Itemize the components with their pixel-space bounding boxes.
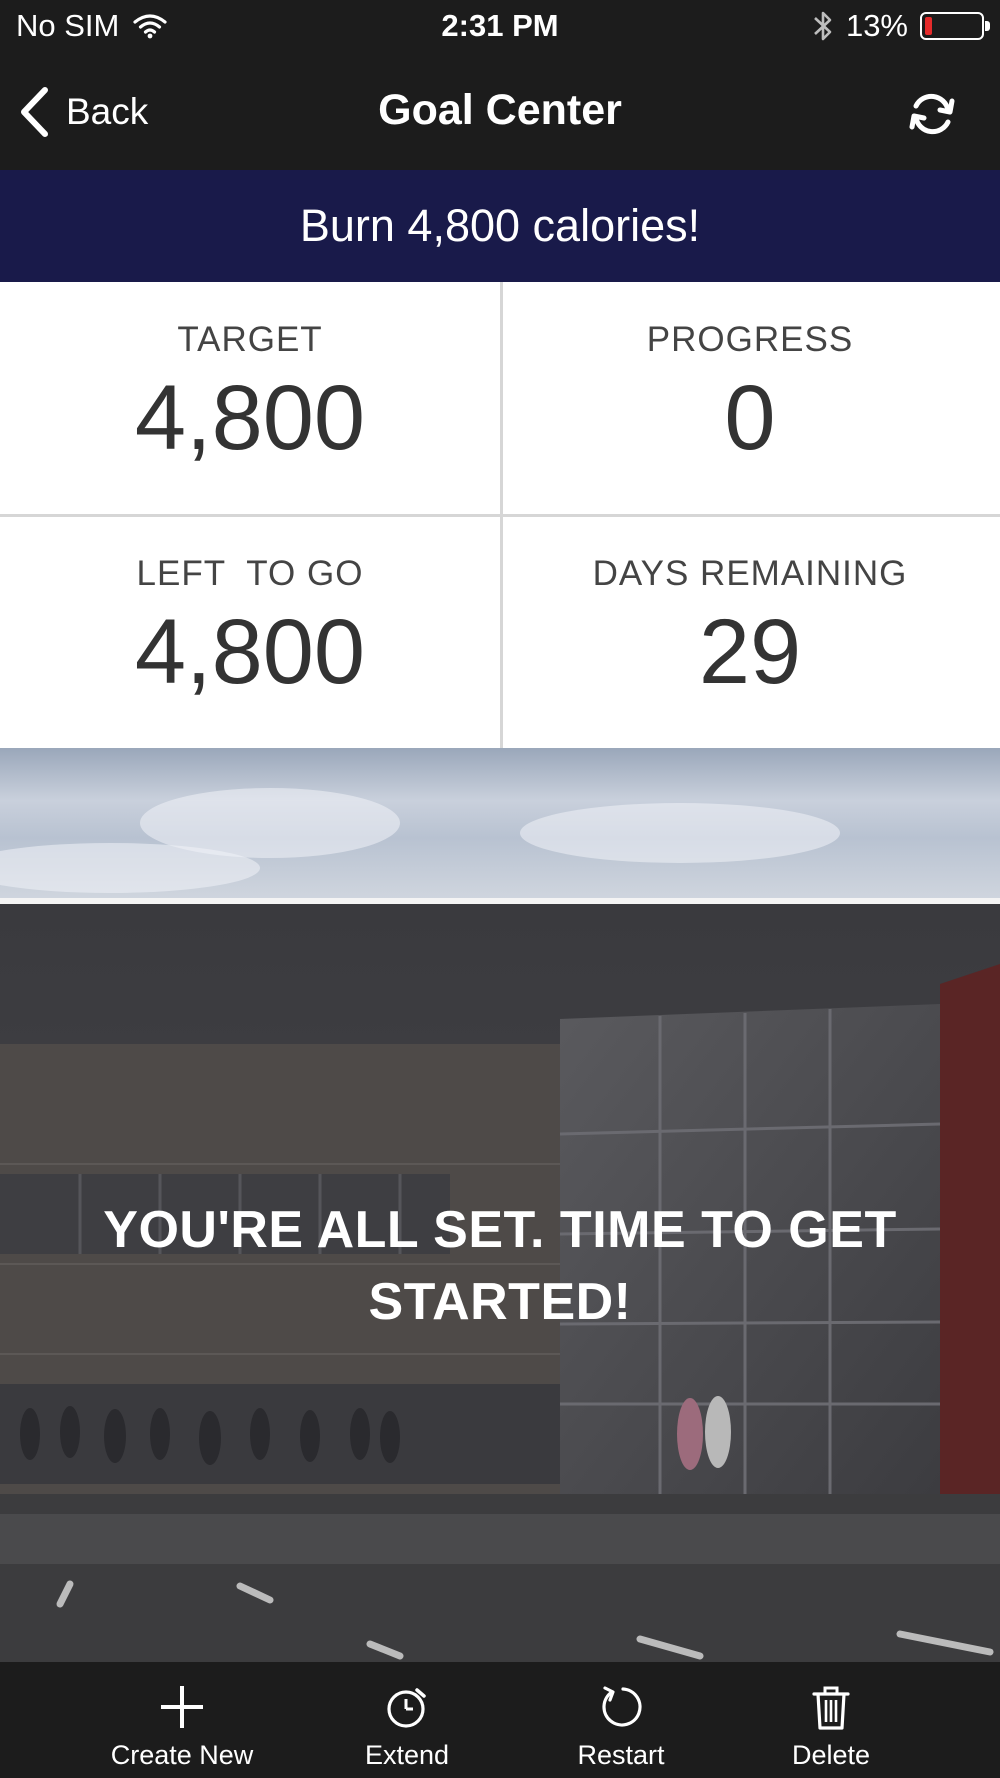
- delete-button[interactable]: Delete: [731, 1662, 931, 1778]
- sky-image-strip: [0, 748, 1000, 898]
- battery-level-fill: [925, 17, 932, 35]
- battery-icon: [920, 12, 990, 40]
- stopwatch-icon: [387, 1688, 426, 1728]
- bottom-toolbar: Create New Extend Restart Delete: [0, 1662, 1000, 1778]
- restart-label: Restart: [577, 1740, 665, 1770]
- stat-value-days-remaining: 29: [698, 601, 802, 703]
- stats-grid: TARGET 4,800 PROGRESS 0 LEFT TO GO 4,800…: [0, 282, 1000, 748]
- grid-divider-horizontal: [0, 514, 1000, 517]
- hero-image: YOU'RE ALL SET. TIME TO GET STARTED!: [0, 904, 1000, 1662]
- bluetooth-icon: [814, 11, 832, 41]
- extend-label: Extend: [364, 1740, 450, 1770]
- restart-icon: [602, 1686, 642, 1727]
- stat-progress: PROGRESS 0: [500, 282, 1000, 514]
- status-right: 13%: [812, 8, 990, 44]
- cloud-shape: [520, 803, 840, 863]
- stat-label-progress: PROGRESS: [646, 320, 854, 359]
- hero-message: YOU'RE ALL SET. TIME TO GET STARTED!: [103, 1201, 897, 1331]
- stat-value-left-to-go: 4,800: [134, 601, 366, 703]
- battery-percent: 13%: [845, 8, 908, 43]
- cloud-shape: [0, 843, 260, 893]
- delete-label: Delete: [791, 1740, 871, 1770]
- create-new-label: Create New: [110, 1740, 254, 1770]
- restart-button[interactable]: Restart: [521, 1662, 721, 1778]
- stat-days-remaining: DAYS REMAINING 29: [500, 516, 1000, 748]
- create-new-button[interactable]: Create New: [82, 1662, 282, 1778]
- stat-label-left-to-go: LEFT TO GO: [136, 554, 364, 593]
- stat-target: TARGET 4,800: [0, 282, 500, 514]
- nav-bar: Back Goal Center: [0, 56, 1000, 170]
- stat-label-target: TARGET: [177, 320, 323, 359]
- trash-icon: [812, 1686, 850, 1730]
- stat-left-to-go: LEFT TO GO 4,800: [0, 516, 500, 748]
- refresh-icon[interactable]: [904, 86, 960, 142]
- goal-banner: Burn 4,800 calories!: [0, 170, 1000, 282]
- page-title: Goal Center: [378, 86, 622, 134]
- extend-button[interactable]: Extend: [307, 1662, 507, 1778]
- stat-value-target: 4,800: [134, 367, 366, 469]
- plus-icon: [161, 1686, 203, 1728]
- stat-label-days-remaining: DAYS REMAINING: [592, 554, 908, 593]
- stat-value-progress: 0: [724, 367, 776, 469]
- status-bar: No SIM 2:31 PM 13%: [0, 0, 1000, 56]
